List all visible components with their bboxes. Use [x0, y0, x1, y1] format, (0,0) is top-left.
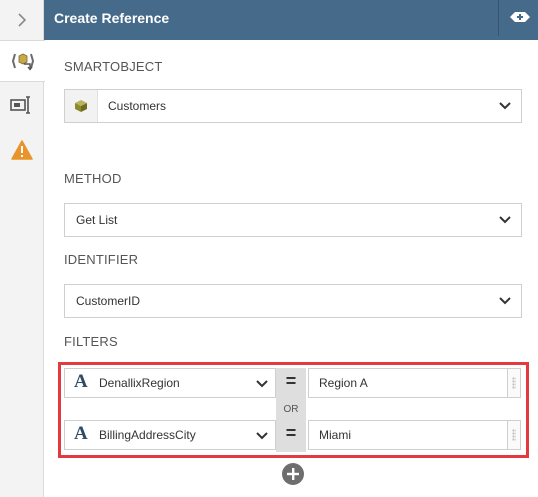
- chevron-down-icon: [499, 216, 511, 224]
- header-divider: [498, 0, 499, 36]
- identifier-value: CustomerID: [76, 294, 141, 308]
- plus-icon: [287, 468, 299, 480]
- filter-field-dropdown[interactable]: A BillingAddressCity: [64, 420, 276, 450]
- rail-tab-controls[interactable]: [0, 85, 44, 125]
- smartobject-dropdown[interactable]: Customers: [64, 89, 522, 123]
- filter-operator[interactable]: =: [276, 371, 306, 392]
- method-value: Get List: [76, 213, 118, 227]
- panel-title: Create Reference: [54, 10, 170, 26]
- chevron-down-icon: [499, 297, 511, 305]
- add-filter-button[interactable]: [282, 463, 304, 485]
- method-dropdown[interactable]: Get List: [64, 203, 522, 237]
- smartobject-value: Customers: [108, 99, 167, 113]
- rail-tab-smartobject[interactable]: [0, 40, 45, 82]
- chevron-down-icon: [256, 432, 268, 440]
- method-label: METHOD: [64, 171, 122, 186]
- filter-value-input[interactable]: Region A: [308, 368, 507, 398]
- smartobject-reference-icon: [11, 53, 34, 71]
- rail-tab-warnings[interactable]: [0, 130, 44, 170]
- chevron-right-icon: [18, 13, 27, 27]
- panel-header: Create Reference: [44, 0, 538, 40]
- chevron-down-icon: [499, 102, 511, 110]
- smartobject-cube-icon: [75, 100, 87, 112]
- text-type-icon: A: [74, 423, 88, 444]
- text-type-icon: A: [74, 371, 88, 392]
- filter-value-text: Miami: [319, 428, 351, 442]
- filters-label: FILTERS: [64, 334, 118, 349]
- filter-value-text: Region A: [319, 376, 368, 390]
- filter-value-input[interactable]: Miami: [308, 420, 507, 450]
- chevron-down-icon: [256, 380, 268, 388]
- expand-panel-icon[interactable]: [509, 10, 531, 24]
- left-rail: [0, 0, 45, 497]
- smartobject-label: SMARTOBJECT: [64, 59, 163, 74]
- warning-icon: [11, 140, 33, 160]
- operator-column: = OR =: [276, 368, 306, 452]
- filter-field-dropdown[interactable]: A DenallixRegion: [64, 368, 276, 398]
- drag-handle[interactable]: [507, 368, 521, 398]
- filter-field-value: BillingAddressCity: [99, 428, 196, 442]
- identifier-dropdown[interactable]: CustomerID: [64, 284, 522, 318]
- drag-handle[interactable]: [507, 420, 521, 450]
- grip-icon: [512, 377, 516, 389]
- filter-operator[interactable]: =: [276, 423, 306, 444]
- collapse-panel-button[interactable]: [0, 0, 44, 40]
- smartobject-icon-box: [65, 90, 98, 122]
- grip-icon: [512, 429, 516, 441]
- filter-field-value: DenallixRegion: [99, 376, 180, 390]
- filter-join-operator[interactable]: OR: [276, 404, 306, 415]
- control-properties-icon: [10, 96, 30, 114]
- identifier-label: IDENTIFIER: [64, 252, 139, 267]
